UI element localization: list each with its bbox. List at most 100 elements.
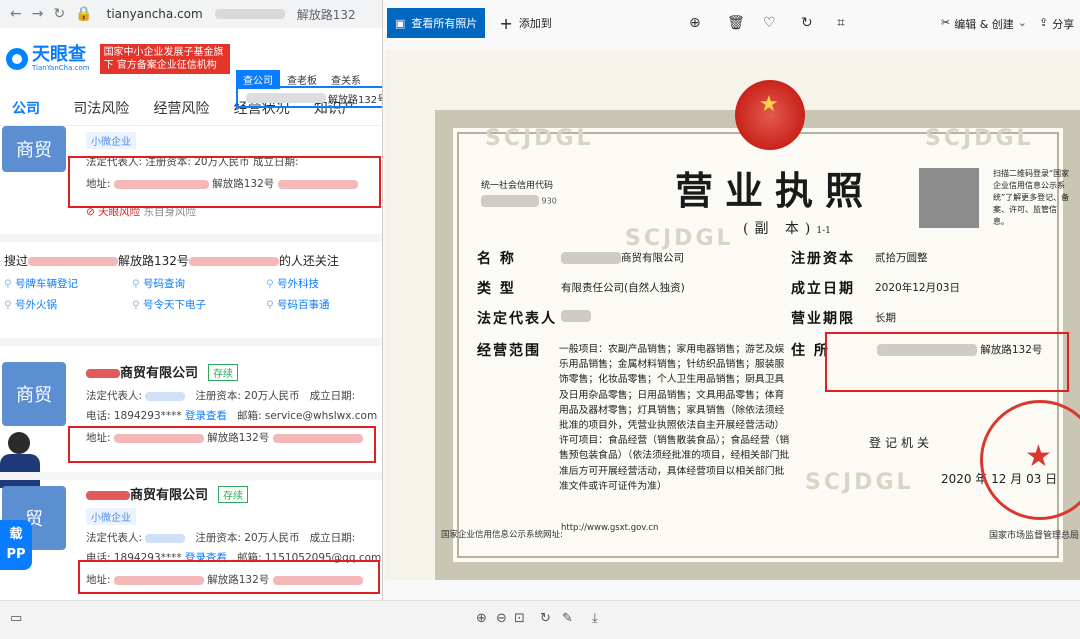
rotate-icon[interactable]: ↻ bbox=[801, 15, 813, 31]
related-section: 搜过解放路132号的人还关注 号牌车辆登记 号码查询 号外科技 号外火锅 号令天… bbox=[0, 246, 382, 312]
founded-label: 成立日期 bbox=[791, 281, 855, 297]
gov-badge: 国家中小企业发展子基金旗下 官方备案企业征信机构 bbox=[99, 44, 230, 74]
related-link[interactable]: 号牌车辆登记 bbox=[4, 276, 132, 291]
rotate-small-icon[interactable]: ↻ bbox=[540, 611, 551, 626]
credit-code-value: 930 bbox=[481, 195, 557, 207]
legal-rep-value bbox=[561, 310, 591, 322]
footer-url: http://www.gsxt.gov.cn bbox=[561, 523, 659, 533]
login-link[interactable]: 登录查看 bbox=[185, 410, 227, 422]
download-icon[interactable]: ⤓ bbox=[592, 611, 598, 626]
related-link[interactable]: 号码查询 bbox=[132, 276, 266, 291]
authority-label: 登记机关 bbox=[869, 436, 934, 450]
trash-icon[interactable]: 🗑 bbox=[727, 15, 745, 31]
search-input[interactable]: 解放路132号 bbox=[236, 86, 382, 108]
size-tag: 小微企业 bbox=[86, 132, 136, 149]
divider bbox=[0, 338, 382, 346]
credit-code-label: 统一社会信用代码 bbox=[481, 181, 554, 191]
share-button[interactable]: ⇪ 分享 bbox=[1039, 16, 1074, 32]
edit-create-button[interactable]: ✂ 编辑 & 创建 ⌄ bbox=[941, 16, 1027, 32]
type-value: 有限责任公司(自然人独资) bbox=[561, 282, 685, 294]
related-link[interactable]: 号码百事通 bbox=[266, 297, 376, 312]
related-link[interactable]: 号外科技 bbox=[266, 276, 376, 291]
watermark: SCJDGL bbox=[625, 226, 734, 251]
tab-company[interactable]: 公司 bbox=[0, 98, 61, 118]
highlight-box bbox=[68, 426, 376, 463]
capital-value: 贰拾万圆整 bbox=[875, 252, 928, 264]
plus-icon: + bbox=[499, 13, 513, 33]
status-bar: ▭ ⊕ ⊖ ⊡ ↻ ✎ ⤓ bbox=[0, 600, 1080, 639]
status-badge: 存续 bbox=[208, 364, 239, 381]
add-to-button[interactable]: + 添加到 bbox=[499, 14, 551, 33]
share-icon: ⇪ bbox=[1039, 16, 1049, 29]
crop-icon[interactable]: ⌗ bbox=[837, 15, 845, 31]
site-header: 天眼查 TianYanCha.com 国家中小企业发展子基金旗下 官方备案企业征… bbox=[0, 28, 382, 108]
name-label: 名 称 bbox=[477, 251, 516, 267]
scope-value: 一般项目：农副产品销售；家用电器销售；游艺及娱乐用品销售；金属材料销售；针纺织品… bbox=[559, 344, 790, 492]
scope-label: 经营范围 bbox=[477, 343, 541, 359]
photo-viewer: — ☐ ✕ ▣ 查看所有照片 + 添加到 ⊕ 🗑 ♡ ↻ ⌗ ✂ 编辑 & 创建… bbox=[382, 0, 1080, 600]
highlight-box bbox=[68, 156, 381, 208]
pen-icon[interactable]: ✎ bbox=[562, 611, 573, 626]
address-bar[interactable]: ← → ↻ 🔒 tianyancha.com 解放路132 bbox=[0, 0, 382, 28]
name-value: 商贸有限公司 bbox=[561, 250, 684, 265]
viewer-toolbar: ▣ 查看所有照片 + 添加到 ⊕ 🗑 ♡ ↻ ⌗ ✂ 编辑 & 创建 ⌄ ⇪ 分… bbox=[383, 0, 1080, 46]
reload-icon[interactable]: ↻ bbox=[53, 6, 65, 22]
back-icon[interactable]: ← bbox=[10, 6, 22, 22]
lock-icon: 🔒 bbox=[75, 6, 93, 22]
status-badge: 存续 bbox=[218, 486, 249, 503]
watermark: SCJDGL bbox=[925, 126, 1034, 151]
heart-icon[interactable]: ♡ bbox=[763, 15, 776, 31]
download-app-badge[interactable]: 载 PP bbox=[0, 520, 32, 570]
capital-label: 注册资本 bbox=[791, 251, 855, 267]
legal-rep-label: 法定代表人 bbox=[477, 311, 557, 327]
company-name[interactable]: 商贸有限公司 存续 bbox=[86, 362, 239, 381]
divider bbox=[0, 234, 382, 242]
license-subtitle: (副 本)1-1 bbox=[743, 221, 831, 237]
highlight-box bbox=[78, 560, 380, 594]
zoom-out-icon[interactable]: ⊖ bbox=[496, 611, 507, 626]
zoom-in-icon[interactable]: ⊕ bbox=[476, 611, 487, 626]
founded-value: 2020年12月03日 bbox=[875, 282, 960, 294]
license-title: 营业执照 bbox=[675, 168, 876, 213]
related-link[interactable]: 号外火锅 bbox=[4, 297, 132, 312]
tab-judicial-risk[interactable]: 司法风险 bbox=[61, 98, 141, 118]
related-links: 号牌车辆登记 号码查询 号外科技 号外火锅 号令天下电子 号码百事通 bbox=[0, 276, 382, 312]
footer-site-label: 国家企业信用信息公示系统网址: bbox=[441, 530, 563, 540]
company-meta: 法定代表人: 注册资本: 20万人民币 成立日期: bbox=[86, 532, 356, 544]
image-icon: ▣ bbox=[395, 16, 406, 30]
qr-description: 扫描二维码登录“国家企业信用信息公示系统”了解更多登记、备案、许可、监管信息。 bbox=[993, 169, 1070, 226]
company-avatar: 商贸 bbox=[2, 126, 66, 172]
size-tag: 小微企业 bbox=[86, 508, 136, 525]
term-label: 营业期限 bbox=[791, 311, 855, 327]
browser-window: ← → ↻ 🔒 tianyancha.com 解放路132 天眼查 TianYa… bbox=[0, 0, 382, 600]
company-name[interactable]: 商贸有限公司 存续 bbox=[86, 484, 249, 503]
tab-operation-risk[interactable]: 经营风险 bbox=[141, 98, 221, 118]
business-license-image: SCJDGL SCJDGL SCJDGL SCJDGL 营业执照 (副 本)1-… bbox=[385, 50, 1080, 580]
actual-size-icon[interactable]: ⊡ bbox=[514, 611, 525, 626]
redacted-url bbox=[214, 9, 285, 19]
qr-code-icon bbox=[919, 168, 979, 228]
view-all-photos-button[interactable]: ▣ 查看所有照片 bbox=[387, 8, 486, 38]
zoom-icon[interactable]: ⊕ bbox=[689, 15, 701, 31]
company-contact: 电话: 1894293**** 登录查看 邮箱: service@whslwx.… bbox=[86, 410, 378, 422]
site-logo[interactable]: 天眼查 TianYanCha.com bbox=[32, 46, 90, 73]
watermark: SCJDGL bbox=[805, 470, 914, 495]
company-meta: 法定代表人: 注册资本: 20万人民币 成立日期: bbox=[86, 390, 356, 402]
edit-icon: ✂ bbox=[941, 16, 951, 29]
footer-authority: 国家市场监督管理总局 bbox=[989, 531, 1080, 541]
redacted-search bbox=[246, 93, 326, 103]
national-emblem-icon bbox=[735, 80, 805, 150]
filmstrip-icon[interactable]: ▭ bbox=[10, 611, 22, 626]
forward-icon[interactable]: → bbox=[32, 6, 44, 22]
chevron-down-icon: ⌄ bbox=[1017, 16, 1028, 29]
divider bbox=[0, 472, 382, 480]
eye-logo-icon bbox=[6, 48, 28, 70]
related-link[interactable]: 号令天下电子 bbox=[132, 297, 266, 312]
related-title: 搜过 解放路132号 的人还关注 bbox=[4, 254, 339, 268]
company-avatar: 商贸 bbox=[2, 362, 66, 426]
url-text: tianyancha.com bbox=[106, 7, 203, 21]
watermark: SCJDGL bbox=[485, 126, 594, 151]
highlight-box bbox=[825, 332, 1069, 392]
type-label: 类 型 bbox=[477, 281, 516, 297]
url-suffix: 解放路132 bbox=[296, 7, 356, 22]
